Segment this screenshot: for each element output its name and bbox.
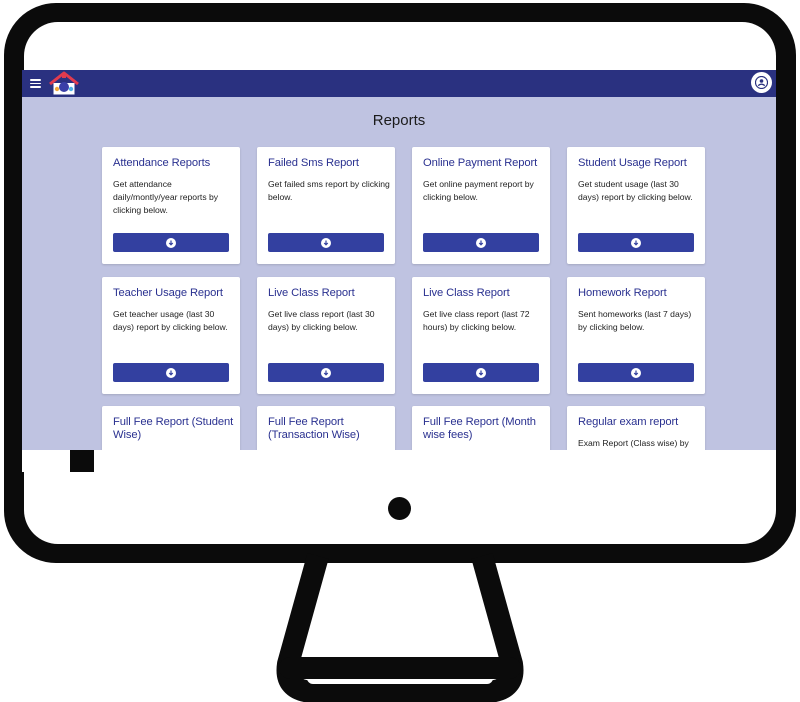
report-card-title: Full Fee Report (Transaction Wise) (268, 416, 360, 441)
power-button-icon (388, 497, 411, 520)
report-card-title: Teacher Usage Report (113, 287, 223, 299)
report-card-title: Full Fee Report (Month wise fees) (423, 416, 536, 441)
bezel-highlight-left (22, 450, 70, 472)
report-card-description: Get attendance daily/montly/year reports… (113, 179, 219, 215)
report-card: Attendance Reports Get attendance daily/… (102, 147, 240, 264)
download-circle-icon (166, 237, 176, 248)
app-screen: Reports Attendance Reports Get attendanc… (22, 70, 776, 450)
report-card-description: Get teacher usage (last 30 days) report … (113, 309, 228, 332)
report-card-title: Student Usage Report (578, 157, 687, 169)
monitor-stand (276, 553, 524, 702)
user-account-icon (755, 76, 768, 89)
download-report-button[interactable] (113, 363, 229, 382)
download-report-button[interactable] (423, 363, 539, 382)
page-title: Reports (372, 112, 426, 129)
report-card-description: Get failed sms report by clicking below. (268, 179, 390, 202)
report-card-description: Sent homeworks (last 7 days) by clicking… (578, 309, 692, 332)
report-card-description: Get student usage (last 30 days) report … (578, 179, 693, 202)
download-circle-icon (631, 367, 641, 378)
download-report-button[interactable] (578, 363, 694, 382)
bezel-gap (70, 450, 94, 472)
report-card-description: Exam Report (Class wise) by (578, 438, 689, 448)
download-circle-icon (321, 367, 331, 378)
report-card: Full Fee Report (Month wise fees) (412, 406, 550, 450)
report-card-title: Attendance Reports (113, 157, 211, 169)
report-card-title: Failed Sms Report (268, 157, 359, 169)
download-report-button[interactable] (423, 233, 539, 252)
report-card-title: Regular exam report (578, 416, 679, 428)
report-card: Full Fee Report (Transaction Wise) (257, 406, 395, 450)
report-card: Online Payment Report Get online payment… (412, 147, 550, 264)
download-report-button[interactable] (578, 233, 694, 252)
report-card: Student Usage Report Get student usage (… (567, 147, 705, 264)
report-card-title: Full Fee Report (Student Wise) (113, 416, 234, 441)
report-card-title: Online Payment Report (423, 157, 538, 169)
report-card-description: Get live class report (last 30 days) by … (268, 309, 375, 332)
report-card: Regular exam report Exam Report (Class w… (567, 406, 705, 450)
bezel-highlight (94, 450, 776, 472)
report-card: Teacher Usage Report Get teacher usage (… (102, 277, 240, 394)
report-card: Full Fee Report (Student Wise) (102, 406, 240, 450)
report-card: Live Class Report Get live class report … (257, 277, 395, 394)
download-circle-icon (476, 367, 486, 378)
report-card-description: Get online payment report by clicking be… (423, 179, 534, 202)
report-card: Homework Report Sent homeworks (last 7 d… (567, 277, 705, 394)
download-report-button[interactable] (113, 233, 229, 252)
report-card-title: Live Class Report (268, 287, 355, 299)
profile-button[interactable] (751, 72, 772, 93)
report-card: Live Class Report Get live class report … (412, 277, 550, 394)
download-report-button[interactable] (268, 363, 384, 382)
download-circle-icon (631, 237, 641, 248)
report-card: Failed Sms Report Get failed sms report … (257, 147, 395, 264)
report-card-description: Get live class report (last 72 hours) by… (423, 309, 530, 332)
download-circle-icon (476, 237, 486, 248)
download-report-button[interactable] (268, 233, 384, 252)
download-circle-icon (166, 367, 176, 378)
school-house-logo[interactable] (47, 70, 81, 97)
app-header (22, 70, 776, 97)
hamburger-menu-icon[interactable] (24, 70, 46, 97)
download-circle-icon (321, 237, 331, 248)
report-card-title: Homework Report (578, 287, 667, 299)
report-card-title: Live Class Report (423, 287, 510, 299)
